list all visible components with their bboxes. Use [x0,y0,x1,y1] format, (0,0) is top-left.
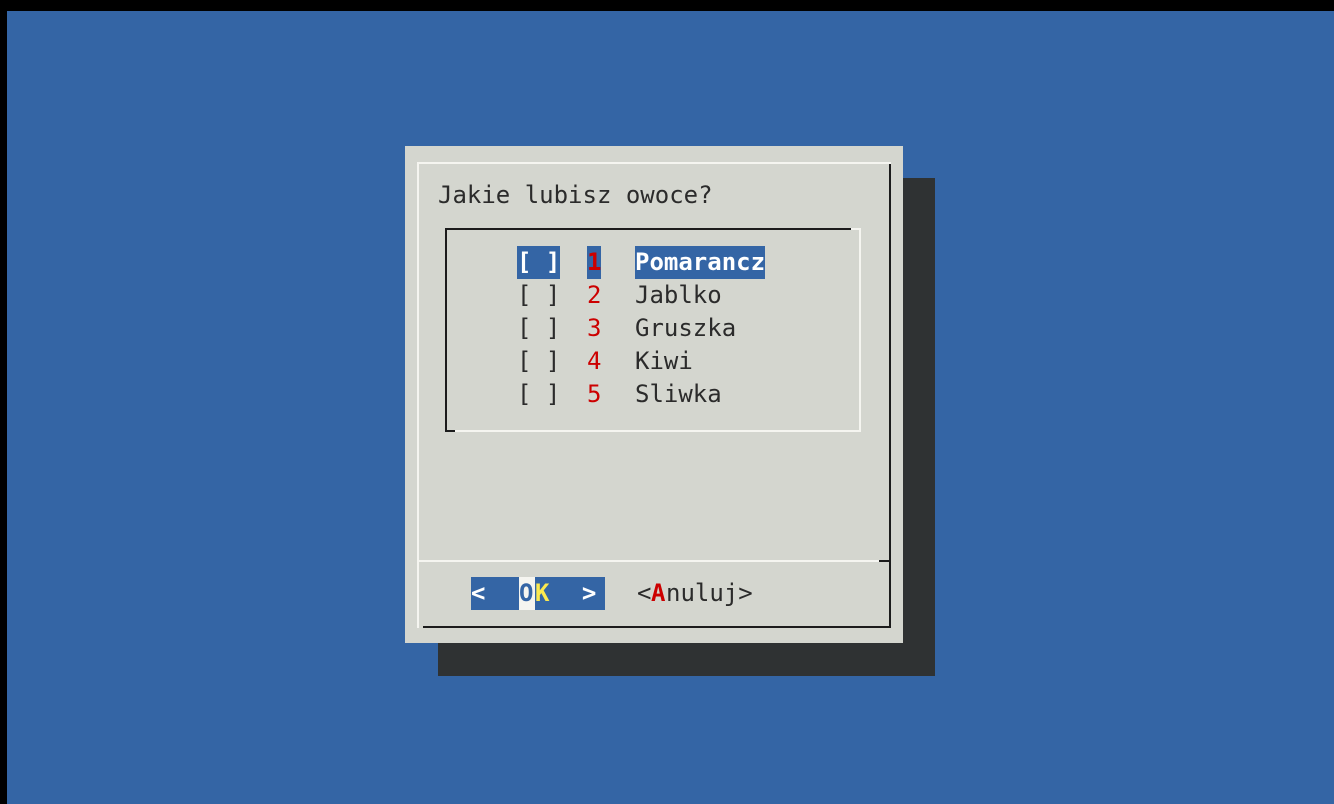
list-frame-tick-tr [851,228,861,230]
ok-button-hotkey: K [535,577,553,610]
list-item[interactable]: [ ] 1 Pomarancz [517,246,817,279]
ok-button-close: > [553,577,605,610]
dialog-frame-bottom [423,626,891,628]
list-item[interactable]: [ ] 3 Gruszka [517,312,817,345]
list-frame-top [447,228,851,230]
dialog-prompt: Jakie lubisz owoce? [438,181,713,209]
item-hotkey: 5 [587,380,602,408]
item-hotkey: 4 [587,347,602,375]
cancel-button-rest: nuluj> [666,579,753,607]
list-frame-left [445,228,447,432]
list-item[interactable]: [ ] 5 Sliwka [517,378,817,411]
dialog-frame-top [417,162,889,164]
ok-button-o: O [519,577,535,610]
ok-button[interactable]: < O K > [471,577,605,610]
item-checkbox[interactable]: [ ] [517,246,561,279]
checklist-dialog: Jakie lubisz owoce? [ ] 1 Pomarancz [ ] … [405,146,903,643]
ok-button-open: < [471,577,519,610]
button-separator-light [419,560,889,562]
item-hotkey: 3 [587,314,602,342]
list-item[interactable]: [ ] 2 Jablko [517,279,817,312]
cancel-button-hotkey: A [651,579,666,607]
list-item[interactable]: [ ] 4 Kiwi [517,345,817,378]
list-frame-right [859,228,861,432]
item-hotkey: 2 [587,281,602,309]
dialog-frame-left [417,162,419,628]
button-separator-tick [879,560,891,562]
item-label: Sliwka [635,380,722,408]
item-label: Pomarancz [635,246,766,279]
item-checkbox[interactable]: [ ] [517,345,560,378]
item-label: Kiwi [635,347,693,375]
item-label: Gruszka [635,314,737,342]
cancel-button-open: < [637,579,652,607]
item-hotkey: 1 [587,246,602,279]
item-checkbox[interactable]: [ ] [517,378,560,411]
list-frame-bottom [455,430,861,432]
cancel-button[interactable]: < A nuluj> [637,577,787,610]
dialog-frame-right [889,162,891,628]
item-checkbox[interactable]: [ ] [517,279,560,312]
list-frame-tick-bl [445,430,455,432]
dialog-top-tick [879,162,891,164]
item-label: Jablko [635,281,722,309]
item-checkbox[interactable]: [ ] [517,312,560,345]
